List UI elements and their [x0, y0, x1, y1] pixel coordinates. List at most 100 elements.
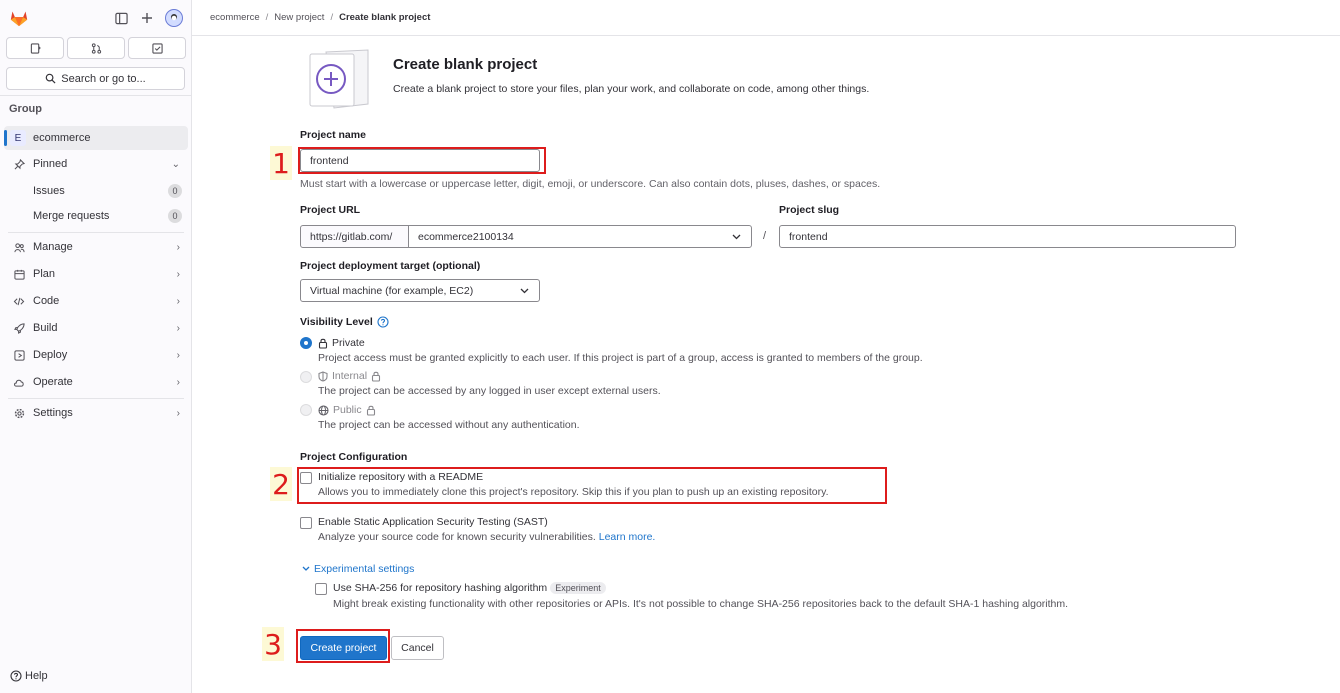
- url-prefix: https://gitlab.com/: [300, 225, 409, 248]
- breadcrumb-item-new-project[interactable]: New project: [274, 12, 324, 23]
- chevron-right-icon: ›: [176, 376, 180, 388]
- page-title: Create blank project: [393, 56, 538, 73]
- experiment-badge: Experiment: [550, 582, 606, 594]
- sha256-desc: Might break existing functionality with …: [333, 598, 1069, 610]
- count-badge: 0: [168, 209, 182, 223]
- namespace-select[interactable]: ecommerce2100134: [408, 225, 752, 248]
- users-icon: [12, 242, 26, 253]
- visibility-private-label[interactable]: Private: [318, 337, 365, 349]
- visibility-public-radio[interactable]: [300, 404, 312, 416]
- sidebar-item-label: Merge requests: [33, 210, 110, 222]
- annotation-number-3: 3: [262, 627, 284, 661]
- sidebar-item-deploy[interactable]: Deploy ›: [4, 343, 188, 367]
- project-slug-input[interactable]: frontend: [779, 225, 1236, 248]
- visibility-internal-radio[interactable]: [300, 371, 312, 383]
- annotation-box-2: [297, 467, 887, 504]
- deploy-icon: [12, 349, 26, 361]
- sidebar-item-label: ecommerce: [33, 132, 91, 144]
- visibility-public-label[interactable]: Public: [318, 404, 376, 416]
- sidebar-item-label: Deploy: [33, 349, 68, 361]
- deploy-target-select[interactable]: Virtual machine (for example, EC2): [300, 279, 540, 302]
- sidebar-item-label: Pinned: [33, 158, 68, 170]
- help-icon: [10, 670, 22, 682]
- breadcrumb-item-current[interactable]: Create blank project: [339, 12, 430, 23]
- visibility-private-desc: Project access must be granted explicitl…: [318, 352, 923, 364]
- project-slug-label: Project slug: [779, 204, 840, 216]
- visibility-private-radio[interactable]: [300, 337, 312, 349]
- namespace-value: ecommerce2100134: [418, 230, 514, 243]
- sast-label[interactable]: Enable Static Application Security Testi…: [318, 516, 548, 528]
- sidebar-item-code[interactable]: Code ›: [4, 289, 188, 313]
- sidebar-item-label: Issues: [33, 185, 65, 197]
- sidebar-item-label: Build: [33, 322, 58, 334]
- active-indicator: [4, 130, 7, 146]
- chevron-down-icon: [732, 234, 741, 240]
- breadcrumb-item-group[interactable]: ecommerce: [210, 12, 260, 23]
- annotation-number-1: 1: [270, 146, 292, 180]
- merge-request-icon: [91, 42, 101, 54]
- visibility-public-desc: The project can be accessed without any …: [318, 419, 580, 431]
- sidebar-item-merge-requests[interactable]: Merge requests 0: [33, 205, 183, 227]
- help-button[interactable]: Help: [10, 670, 48, 682]
- merge-requests-shortcut-button[interactable]: [67, 37, 125, 59]
- experimental-settings-toggle[interactable]: Experimental settings: [302, 563, 414, 575]
- sidebar-item-label: Code: [33, 295, 60, 307]
- sidebar-item-issues[interactable]: Issues 0: [33, 180, 183, 202]
- chevron-right-icon: ›: [176, 407, 180, 419]
- breadcrumb-separator: /: [265, 12, 269, 23]
- sidebar-item-settings[interactable]: Settings ›: [4, 401, 188, 425]
- sidebar-header: [0, 0, 191, 36]
- sidebar-item-build[interactable]: Build ›: [4, 316, 188, 340]
- avatar[interactable]: [165, 9, 183, 27]
- sidebar-item-operate[interactable]: Operate ›: [4, 370, 188, 394]
- chevron-right-icon: ›: [176, 268, 180, 280]
- chevron-down-icon: [302, 566, 310, 571]
- sidebar: Search or go to... Group E ecommerce Pin…: [0, 0, 192, 693]
- chevron-right-icon: ›: [176, 349, 180, 361]
- annotation-box-1: [298, 147, 546, 174]
- sidebar-item-plan[interactable]: Plan ›: [4, 262, 188, 286]
- project-config-label: Project Configuration: [300, 451, 408, 463]
- sha256-label-row[interactable]: Use SHA-256 for repository hashing algor…: [333, 582, 606, 594]
- cloud-icon: [12, 377, 26, 388]
- todo-icon: [151, 42, 163, 54]
- annotation-number-2: 2: [270, 467, 292, 501]
- deploy-target-label: Project deployment target (optional): [300, 260, 481, 272]
- learn-more-link[interactable]: Learn more.: [599, 531, 656, 543]
- question-circle-icon[interactable]: [377, 316, 389, 328]
- search-button[interactable]: Search or go to...: [6, 67, 185, 90]
- breadcrumb: ecommerce / New project / Create blank p…: [192, 0, 1340, 36]
- gear-icon: [12, 408, 26, 419]
- group-label: Group: [9, 103, 42, 115]
- issues-shortcut-button[interactable]: [6, 37, 64, 59]
- sidebar-item-ecommerce[interactable]: E ecommerce: [4, 126, 188, 150]
- globe-icon: [318, 404, 329, 416]
- rocket-icon: [12, 322, 26, 334]
- sidebar-separator: [8, 232, 184, 233]
- cancel-button[interactable]: Cancel: [391, 636, 444, 660]
- sidebar-item-manage[interactable]: Manage ›: [4, 235, 188, 259]
- chevron-right-icon: ›: [176, 241, 180, 253]
- sidebar-toggle-icon[interactable]: [113, 10, 129, 26]
- project-url-label: Project URL: [300, 204, 361, 216]
- visibility-internal-label[interactable]: Internal: [318, 370, 381, 382]
- plus-icon[interactable]: [139, 10, 155, 26]
- thumbtack-icon: [12, 158, 26, 170]
- calendar-icon: [12, 269, 26, 280]
- chevron-right-icon: ›: [176, 295, 180, 307]
- visibility-label-row: Visibility Level: [300, 316, 389, 328]
- sidebar-item-label: Settings: [33, 407, 73, 419]
- experimental-label: Experimental settings: [314, 563, 415, 575]
- search-icon: [45, 73, 56, 84]
- gitlab-logo-icon[interactable]: [9, 9, 29, 27]
- sha256-checkbox[interactable]: [315, 583, 327, 595]
- sast-checkbox[interactable]: [300, 517, 312, 529]
- sidebar-separator: [8, 398, 184, 399]
- visibility-internal-desc: The project can be accessed by any logge…: [318, 385, 661, 397]
- visibility-option-label: Private: [332, 337, 365, 349]
- sidebar-item-label: Manage: [33, 241, 73, 253]
- todo-shortcut-button[interactable]: [128, 37, 186, 59]
- sidebar-item-pinned[interactable]: Pinned ⌄: [4, 152, 188, 176]
- url-slash: /: [763, 230, 767, 242]
- sast-desc: Analyze your source code for known secur…: [318, 531, 596, 543]
